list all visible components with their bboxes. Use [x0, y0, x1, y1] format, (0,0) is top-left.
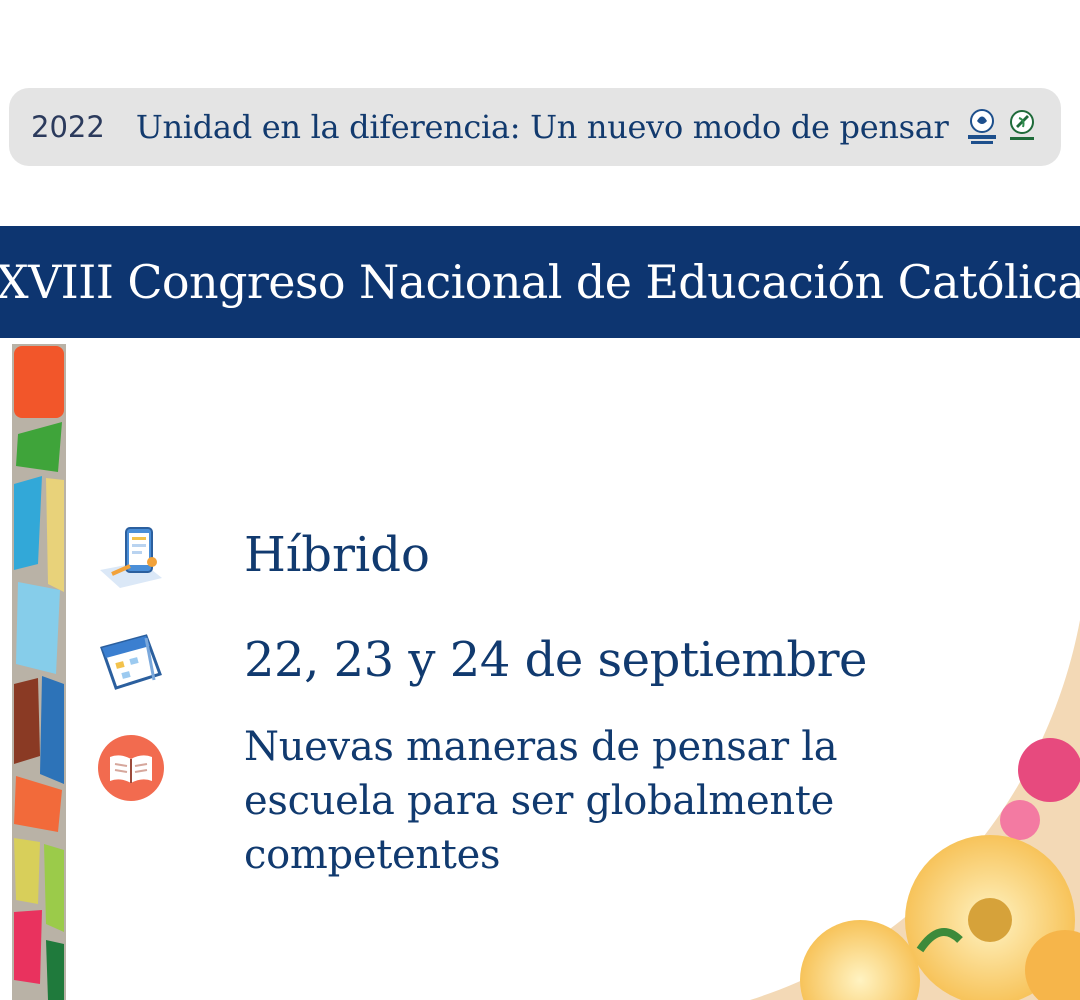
partner-logo-icon — [1010, 110, 1034, 140]
theme-text: Nuevas maneras de pensar la escuela para… — [244, 720, 924, 882]
banner-title: XVIII Congreso Nacional de Educación Cat… — [0, 255, 1080, 309]
header-logos — [965, 108, 1039, 146]
calendar-icon — [100, 634, 162, 690]
open-book-icon — [98, 735, 164, 801]
format-text: Híbrido — [244, 527, 430, 583]
header-motto: Unidad en la diferencia: Un nuevo modo d… — [135, 108, 949, 146]
title-banner: XVIII Congreso Nacional de Educación Cat… — [0, 226, 1080, 338]
theme-line-2: escuela para ser globalmente — [244, 778, 834, 824]
dates-text: 22, 23 y 24 de septiembre — [244, 632, 867, 688]
mosaic-decoration — [12, 344, 66, 1000]
theme-line-3: competentes — [244, 832, 501, 878]
header-year: 2022 — [31, 110, 105, 144]
organization-logo-icon — [968, 109, 996, 144]
mobile-form-icon — [100, 527, 162, 588]
header-bar: 2022 Unidad en la diferencia: Un nuevo m… — [9, 88, 1061, 166]
theme-line-1: Nuevas maneras de pensar la — [244, 724, 838, 770]
